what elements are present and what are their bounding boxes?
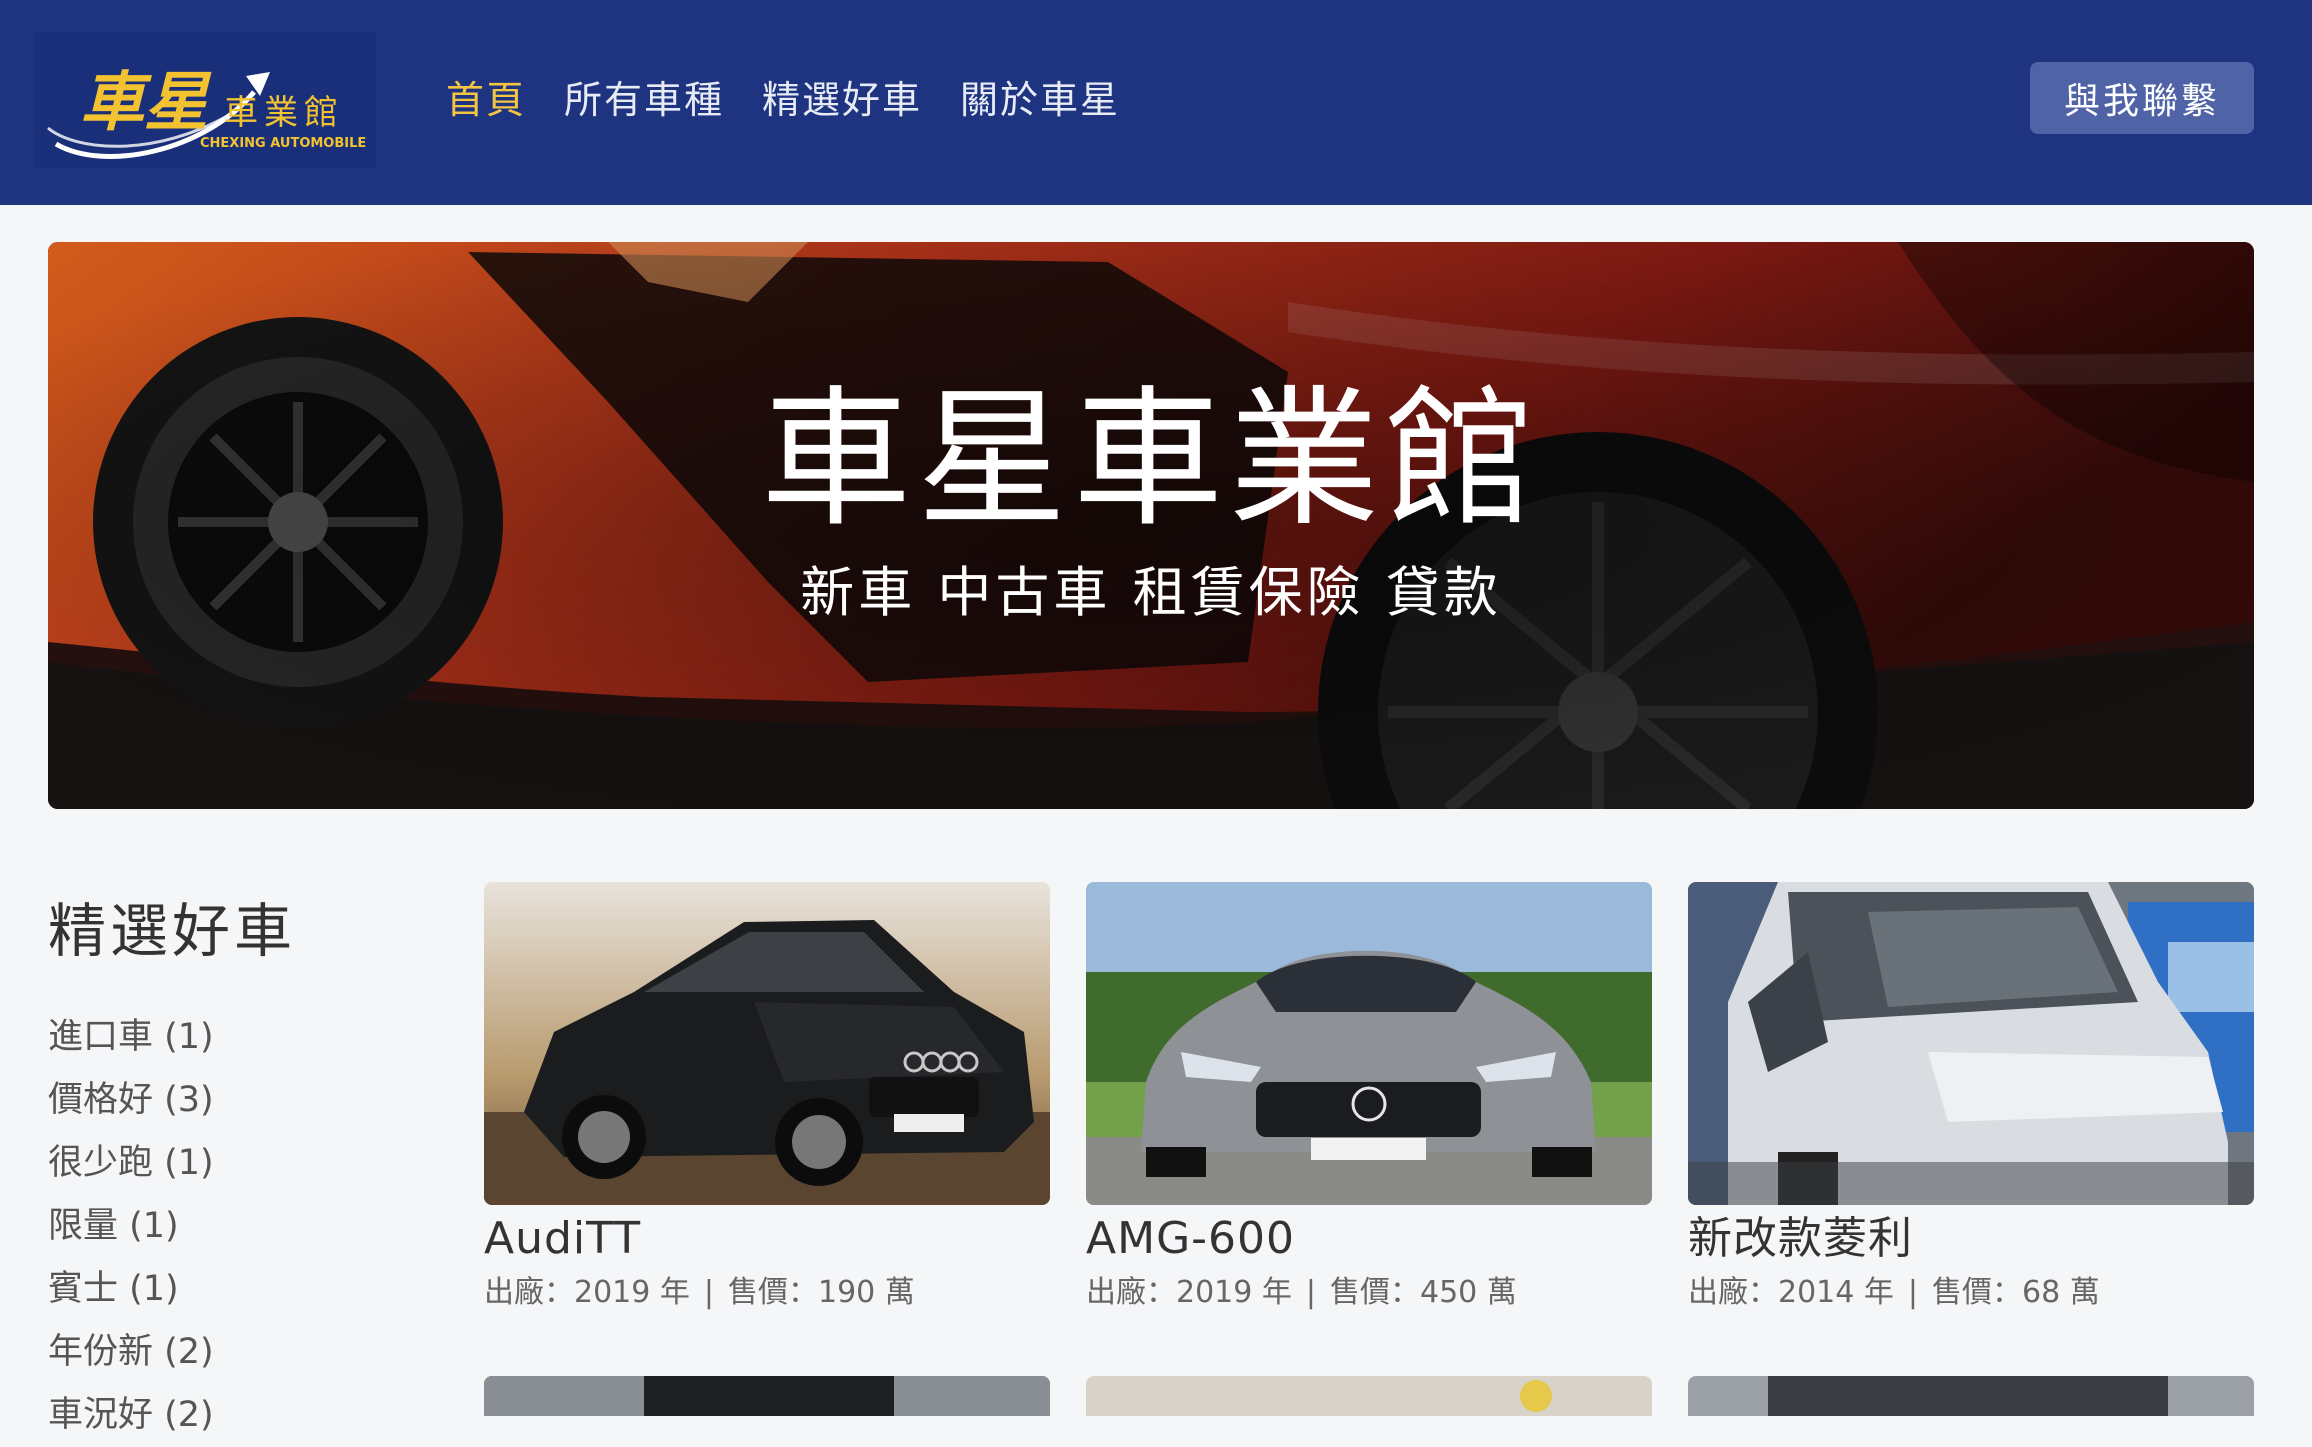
car-photo[interactable] bbox=[1688, 882, 2254, 1205]
logo-tagline-text: CHEXING AUTOMOBILE bbox=[200, 136, 366, 151]
nav-all-models[interactable]: 所有車種 bbox=[564, 68, 724, 132]
car-year: 出廠：2014 年 bbox=[1688, 1275, 1894, 1310]
main-nav: 首頁 所有車種 精選好車 關於車星 bbox=[446, 68, 1120, 132]
car-photo[interactable] bbox=[484, 882, 1050, 1205]
hero-subtitle: 新車 中古車 租賃保險 貸款 bbox=[800, 561, 1502, 624]
car-meta: 出廠：2019 年 | 售價：450 萬 bbox=[1086, 1271, 1652, 1315]
car-meta: 出廠：2019 年 | 售價：190 萬 bbox=[484, 1271, 1050, 1315]
logo-graphic: 車星 車業館 CHEXING AUTOMOBILE bbox=[47, 65, 366, 159]
nav-featured-cars[interactable]: 精選好車 bbox=[762, 68, 922, 132]
car-price: 售價：190 萬 bbox=[728, 1275, 915, 1310]
logo-name-text: 車業館 bbox=[224, 93, 344, 133]
meta-divider: | bbox=[703, 1275, 714, 1310]
sidebar-title: 精選好車 bbox=[48, 897, 297, 965]
category-item-benz[interactable]: 賓士 (1) bbox=[48, 1258, 214, 1321]
car-name[interactable]: AMG-600 bbox=[1086, 1211, 1652, 1267]
site-header: 車星 車業館 CHEXING AUTOMOBILE 首頁 所有車種 精選好車 關… bbox=[0, 0, 2312, 205]
hero-title: 車星車業館 bbox=[760, 373, 1541, 547]
car-card[interactable]: 新改款菱利 出廠：2014 年 | 售價：68 萬 bbox=[1688, 882, 2254, 1315]
contact-button[interactable]: 與我聯繫 bbox=[2030, 62, 2254, 134]
car-year: 出廠：2019 年 bbox=[1086, 1275, 1292, 1310]
car-card-next-row[interactable] bbox=[484, 1376, 1050, 1416]
site-logo[interactable]: 車星 車業館 CHEXING AUTOMOBILE bbox=[34, 32, 376, 168]
car-meta: 出廠：2014 年 | 售價：68 萬 bbox=[1688, 1271, 2254, 1315]
car-photo-partial bbox=[484, 1376, 1050, 1416]
car-card-next-row[interactable] bbox=[1688, 1376, 2254, 1416]
nav-about[interactable]: 關於車星 bbox=[960, 68, 1120, 132]
car-price: 售價：450 萬 bbox=[1330, 1275, 1517, 1310]
car-price: 售價：68 萬 bbox=[1932, 1275, 2100, 1310]
car-photo-partial bbox=[1086, 1376, 1652, 1416]
category-list: 進口車 (1) 價格好 (3) 很少跑 (1) 限量 (1) 賓士 (1) 年份… bbox=[48, 1006, 214, 1447]
category-item-good-price[interactable]: 價格好 (3) bbox=[48, 1069, 214, 1132]
logo-mark-text: 車星 bbox=[80, 65, 212, 140]
meta-divider: | bbox=[1907, 1275, 1918, 1310]
car-card[interactable]: AudiTT 出廠：2019 年 | 售價：190 萬 bbox=[484, 882, 1050, 1315]
car-card-next-row[interactable] bbox=[1086, 1376, 1652, 1416]
category-item-good-condition[interactable]: 車況好 (2) bbox=[48, 1384, 214, 1447]
car-card[interactable]: AMG-600 出廠：2019 年 | 售價：450 萬 bbox=[1086, 882, 1652, 1315]
audi-car-image bbox=[484, 882, 1050, 1205]
car-name[interactable]: 新改款菱利 bbox=[1688, 1211, 2254, 1267]
mitsubishi-van-image bbox=[1688, 882, 2254, 1205]
amg-car-image bbox=[1086, 882, 1652, 1205]
car-name[interactable]: AudiTT bbox=[484, 1211, 1050, 1267]
car-photo[interactable] bbox=[1086, 882, 1652, 1205]
category-item-low-mileage[interactable]: 很少跑 (1) bbox=[48, 1132, 214, 1195]
meta-divider: | bbox=[1305, 1275, 1316, 1310]
category-item-limited[interactable]: 限量 (1) bbox=[48, 1195, 214, 1258]
car-photo-partial bbox=[1688, 1376, 2254, 1416]
category-item-newer-year[interactable]: 年份新 (2) bbox=[48, 1321, 214, 1384]
nav-home[interactable]: 首頁 bbox=[446, 68, 526, 132]
car-year: 出廠：2019 年 bbox=[484, 1275, 690, 1310]
category-item-imported[interactable]: 進口車 (1) bbox=[48, 1006, 214, 1069]
